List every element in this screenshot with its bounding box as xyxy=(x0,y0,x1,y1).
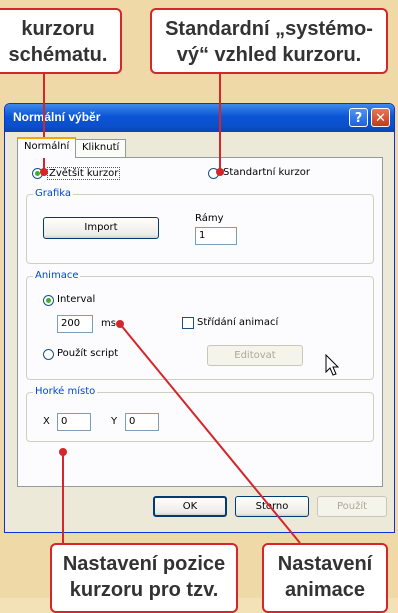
interval-label[interactable]: Interval xyxy=(57,294,95,305)
standard-cursor-label[interactable]: Standartní kurzor xyxy=(223,167,310,178)
import-button[interactable]: Import xyxy=(43,217,159,239)
callout-text-line: Nastavení pozice xyxy=(62,553,226,575)
graphics-group-title: Grafika xyxy=(33,188,74,199)
animation-group-title: Animace xyxy=(33,270,81,281)
callout-standard-cursor: Standardní „systémo- vý“ vzhled kurzoru. xyxy=(150,8,388,74)
ok-button[interactable]: OK xyxy=(153,496,227,517)
apply-button[interactable]: Použít xyxy=(317,496,387,517)
callout-animation: Nastavení animace xyxy=(262,543,388,613)
hotspot-y-field[interactable]: 0 xyxy=(125,413,159,431)
hotspot-y-label: Y xyxy=(111,416,118,427)
cancel-button[interactable]: Storno xyxy=(235,496,309,517)
hotspot-group: Horké místo X 0 Y 0 xyxy=(26,386,374,442)
animation-group: Animace Interval 200 ms Střídání animací… xyxy=(26,270,374,380)
interval-unit: ms xyxy=(101,318,116,329)
callout-text-line: Nastavení xyxy=(277,553,373,575)
alternate-animation-checkbox[interactable] xyxy=(182,317,194,329)
use-script-label[interactable]: Použít script xyxy=(57,348,118,359)
close-button[interactable]: ✕ xyxy=(371,108,390,127)
callout-text-line: animace xyxy=(284,579,366,601)
use-script-radio[interactable] xyxy=(43,349,54,360)
callout-hotspot: Nastavení pozice kurzoru pro tzv. xyxy=(50,543,238,613)
callout-text-line: kurzoru xyxy=(21,18,95,40)
cursor-dialog: Normální výběr ? ✕ Normální Kliknutí Zvě… xyxy=(4,103,395,533)
help-button[interactable]: ? xyxy=(349,108,368,127)
enlarge-cursor-radio[interactable] xyxy=(32,168,43,179)
callout-text-line: kurzoru pro tzv. xyxy=(69,579,219,601)
title-bar[interactable]: Normální výběr ? ✕ xyxy=(5,104,394,132)
tab-label: Normální xyxy=(24,141,70,152)
frames-field[interactable]: 1 xyxy=(195,227,237,245)
interval-field[interactable]: 200 xyxy=(57,315,93,333)
tab-normal[interactable]: Normální xyxy=(17,137,77,158)
callout-cursor-scheme: kurzoru schématu. xyxy=(0,8,122,74)
callout-text-line: vý“ vzhled kurzoru. xyxy=(176,44,362,66)
hotspot-x-field[interactable]: 0 xyxy=(57,413,91,431)
callout-text-line: schématu. xyxy=(8,44,108,66)
dialog-title: Normální výběr xyxy=(13,110,101,124)
hotspot-group-title: Horké místo xyxy=(33,386,98,397)
mouse-pointer-icon xyxy=(325,354,340,376)
frames-label: Rámy xyxy=(195,213,224,224)
tab-label: Kliknutí xyxy=(82,142,120,153)
callout-text-line: Standardní „systémo- xyxy=(165,18,373,40)
edit-button[interactable]: Editovat xyxy=(207,345,303,366)
tab-panel: Zvětšit kurzor Standartní kurzor Grafika… xyxy=(17,157,383,487)
hotspot-x-label: X xyxy=(43,416,50,427)
standard-cursor-radio[interactable] xyxy=(208,168,219,179)
tab-click[interactable]: Kliknutí xyxy=(75,139,127,158)
graphics-group: Grafika Import Rámy 1 xyxy=(26,188,374,264)
interval-radio[interactable] xyxy=(43,295,54,306)
enlarge-cursor-label[interactable]: Zvětšit kurzor xyxy=(47,167,121,180)
alternate-animation-label[interactable]: Střídání animací xyxy=(197,317,278,328)
